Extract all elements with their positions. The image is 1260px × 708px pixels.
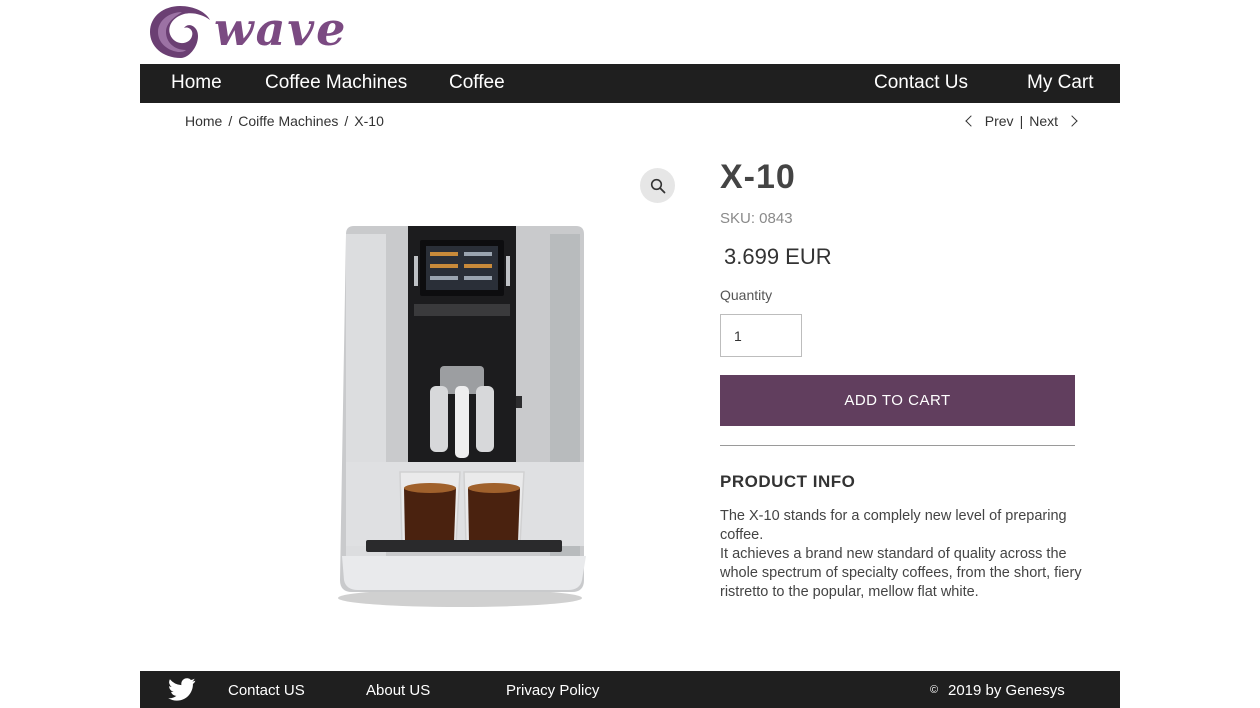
chevron-right-icon[interactable] (1066, 115, 1078, 127)
product-price: 3.699 EUR (724, 244, 832, 269)
breadcrumb-coffee-machines[interactable]: Coiffe Machines (238, 113, 338, 129)
product-description: The X-10 stands for a complely new level… (720, 507, 1092, 602)
copyright-text: 2019 by Genesys (948, 682, 1065, 699)
twitter-icon[interactable] (168, 678, 196, 701)
description-line: It achieves a brand new standard of qual… (720, 546, 1082, 600)
add-to-cart-button[interactable]: ADD TO CART (720, 375, 1075, 426)
breadcrumb-separator: / (228, 113, 233, 129)
product-pager: Prev | Next (965, 113, 1078, 129)
breadcrumb-separator: / (344, 113, 349, 129)
product-image[interactable] (250, 160, 675, 620)
divider (720, 445, 1075, 446)
main-navigation: Home Coffee Machines Coffee Contact Us M… (140, 64, 1120, 103)
breadcrumb-home[interactable]: Home (185, 113, 222, 129)
nav-home[interactable]: Home (171, 72, 222, 94)
next-link[interactable]: Next (1029, 113, 1058, 129)
chevron-left-icon[interactable] (965, 115, 977, 127)
zoom-button[interactable] (640, 168, 675, 203)
logo-wordmark: wave (214, 2, 348, 56)
copyright-symbol: © (930, 684, 939, 696)
footer-contact-link[interactable]: Contact US (228, 682, 305, 699)
breadcrumb-current: X-10 (354, 113, 384, 129)
nav-my-cart[interactable]: My Cart (1027, 72, 1094, 94)
nav-coffee-machines[interactable]: Coffee Machines (265, 72, 407, 94)
quantity-value: 1 (734, 327, 742, 344)
wave-logo-icon (150, 6, 210, 58)
zoom-icon (650, 178, 665, 193)
pager-divider: | (1019, 113, 1024, 129)
quantity-input[interactable]: 1 (720, 314, 802, 357)
breadcrumb: Home / Coiffe Machines / X-10 (185, 113, 384, 129)
product-info-heading: PRODUCT INFO (720, 472, 856, 491)
product-title: X-10 (720, 158, 796, 196)
description-line: The X-10 stands for a complely new level… (720, 508, 1067, 543)
nav-coffee[interactable]: Coffee (449, 72, 505, 94)
nav-contact-us[interactable]: Contact Us (874, 72, 968, 94)
prev-link[interactable]: Prev (985, 113, 1014, 129)
product-sku: SKU: 0843 (720, 210, 793, 227)
footer-privacy-link[interactable]: Privacy Policy (506, 682, 599, 699)
footer: Contact US About US Privacy Policy © 201… (140, 671, 1120, 708)
brand-logo[interactable]: wave (148, 2, 380, 62)
footer-about-link[interactable]: About US (366, 682, 430, 699)
quantity-label: Quantity (720, 287, 773, 303)
